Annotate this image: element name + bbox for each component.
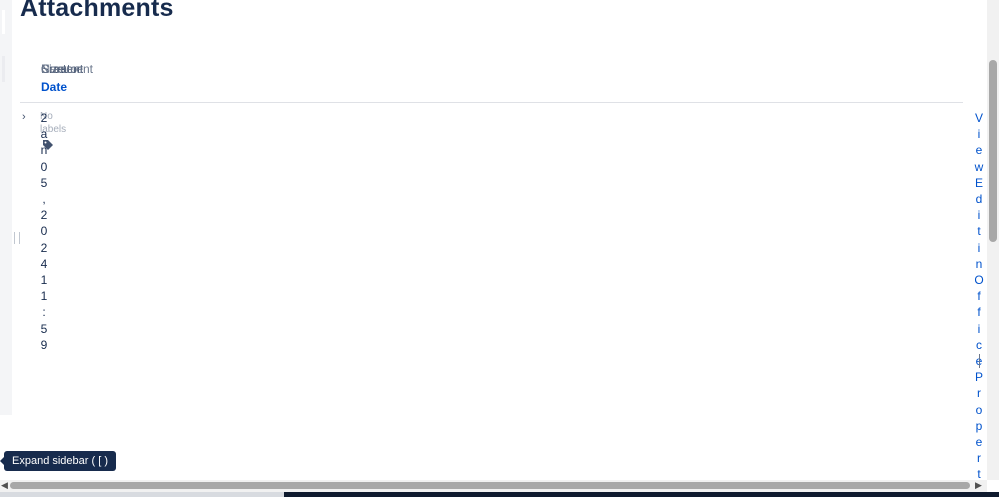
column-header-date[interactable]: Date (41, 80, 67, 94)
attachment-actions-cell[interactable]: ViewEditinOfficePropert (973, 110, 985, 483)
date-char: : (42, 305, 46, 320)
action-link-char[interactable]: i (973, 207, 985, 223)
action-link-char[interactable]: e (973, 142, 985, 158)
vertical-scrollbar[interactable] (987, 0, 999, 480)
window-bottom-edge (0, 492, 999, 497)
action-link-char[interactable]: P (973, 369, 985, 385)
date-char: a (40, 127, 48, 142)
date-char: 2 (40, 111, 48, 125)
action-link-char[interactable]: r (973, 450, 985, 466)
vertical-scrollbar-thumb[interactable] (989, 60, 997, 242)
date-char: 9 (40, 337, 48, 352)
action-link-char[interactable]: i (973, 321, 985, 337)
horizontal-scrollbar-thumb[interactable] (10, 482, 970, 489)
action-link-char[interactable]: f (973, 304, 985, 320)
action-link-char[interactable]: E (973, 175, 985, 191)
action-link-char[interactable]: t (973, 223, 985, 239)
chevron-right-icon[interactable]: › (22, 111, 26, 123)
action-link-char[interactable]: V (973, 110, 985, 126)
action-link-char[interactable]: w (973, 159, 985, 175)
date-char: 4 (40, 256, 48, 271)
column-header-comment[interactable]: Comment (41, 62, 93, 76)
action-link-char[interactable]: O (973, 272, 985, 288)
table-header-divider (20, 102, 963, 103)
sidebar-resize-handle[interactable] (14, 232, 20, 244)
page-title: Attachments (20, 0, 174, 22)
action-link-char[interactable]: e (973, 434, 985, 450)
scroll-left-icon[interactable]: ◀ (1, 480, 8, 491)
action-link-char[interactable]: p (973, 418, 985, 434)
expand-sidebar-tooltip: Expand sidebar ( [ ) (0, 451, 116, 471)
scroll-right-icon[interactable]: ▶ (975, 480, 982, 491)
date-char: 5 (40, 321, 48, 336)
action-link-char[interactable]: d (973, 191, 985, 207)
date-char: n (40, 143, 48, 158)
date-char: , (42, 192, 46, 207)
horizontal-scrollbar[interactable]: ◀ ▶ (0, 480, 987, 492)
sidebar-notch (2, 10, 5, 34)
attachment-date-cell: 2an05,202411:59 (38, 110, 50, 353)
date-char: 1 (40, 289, 48, 304)
action-link-char[interactable]: c (973, 337, 985, 353)
action-link-char[interactable]: o (973, 402, 985, 418)
action-link-char[interactable]: f (973, 288, 985, 304)
action-link-char[interactable]: i (973, 240, 985, 256)
date-char: 5 (40, 175, 48, 190)
date-char: 0 (40, 159, 48, 174)
action-link-char[interactable]: i (973, 126, 985, 142)
date-char: 0 (40, 224, 48, 239)
collapsed-sidebar[interactable] (0, 0, 12, 415)
sidebar-notch (2, 56, 5, 82)
date-char: 2 (40, 240, 48, 255)
date-char: 2 (40, 208, 48, 223)
action-link-char[interactable]: n (973, 256, 985, 272)
action-link-char[interactable]: r (973, 385, 985, 401)
column-headers-overlapping: Size Creator Content Name Comment (41, 62, 101, 76)
text-cursor-marker (979, 354, 980, 368)
date-char: 1 (40, 273, 48, 288)
